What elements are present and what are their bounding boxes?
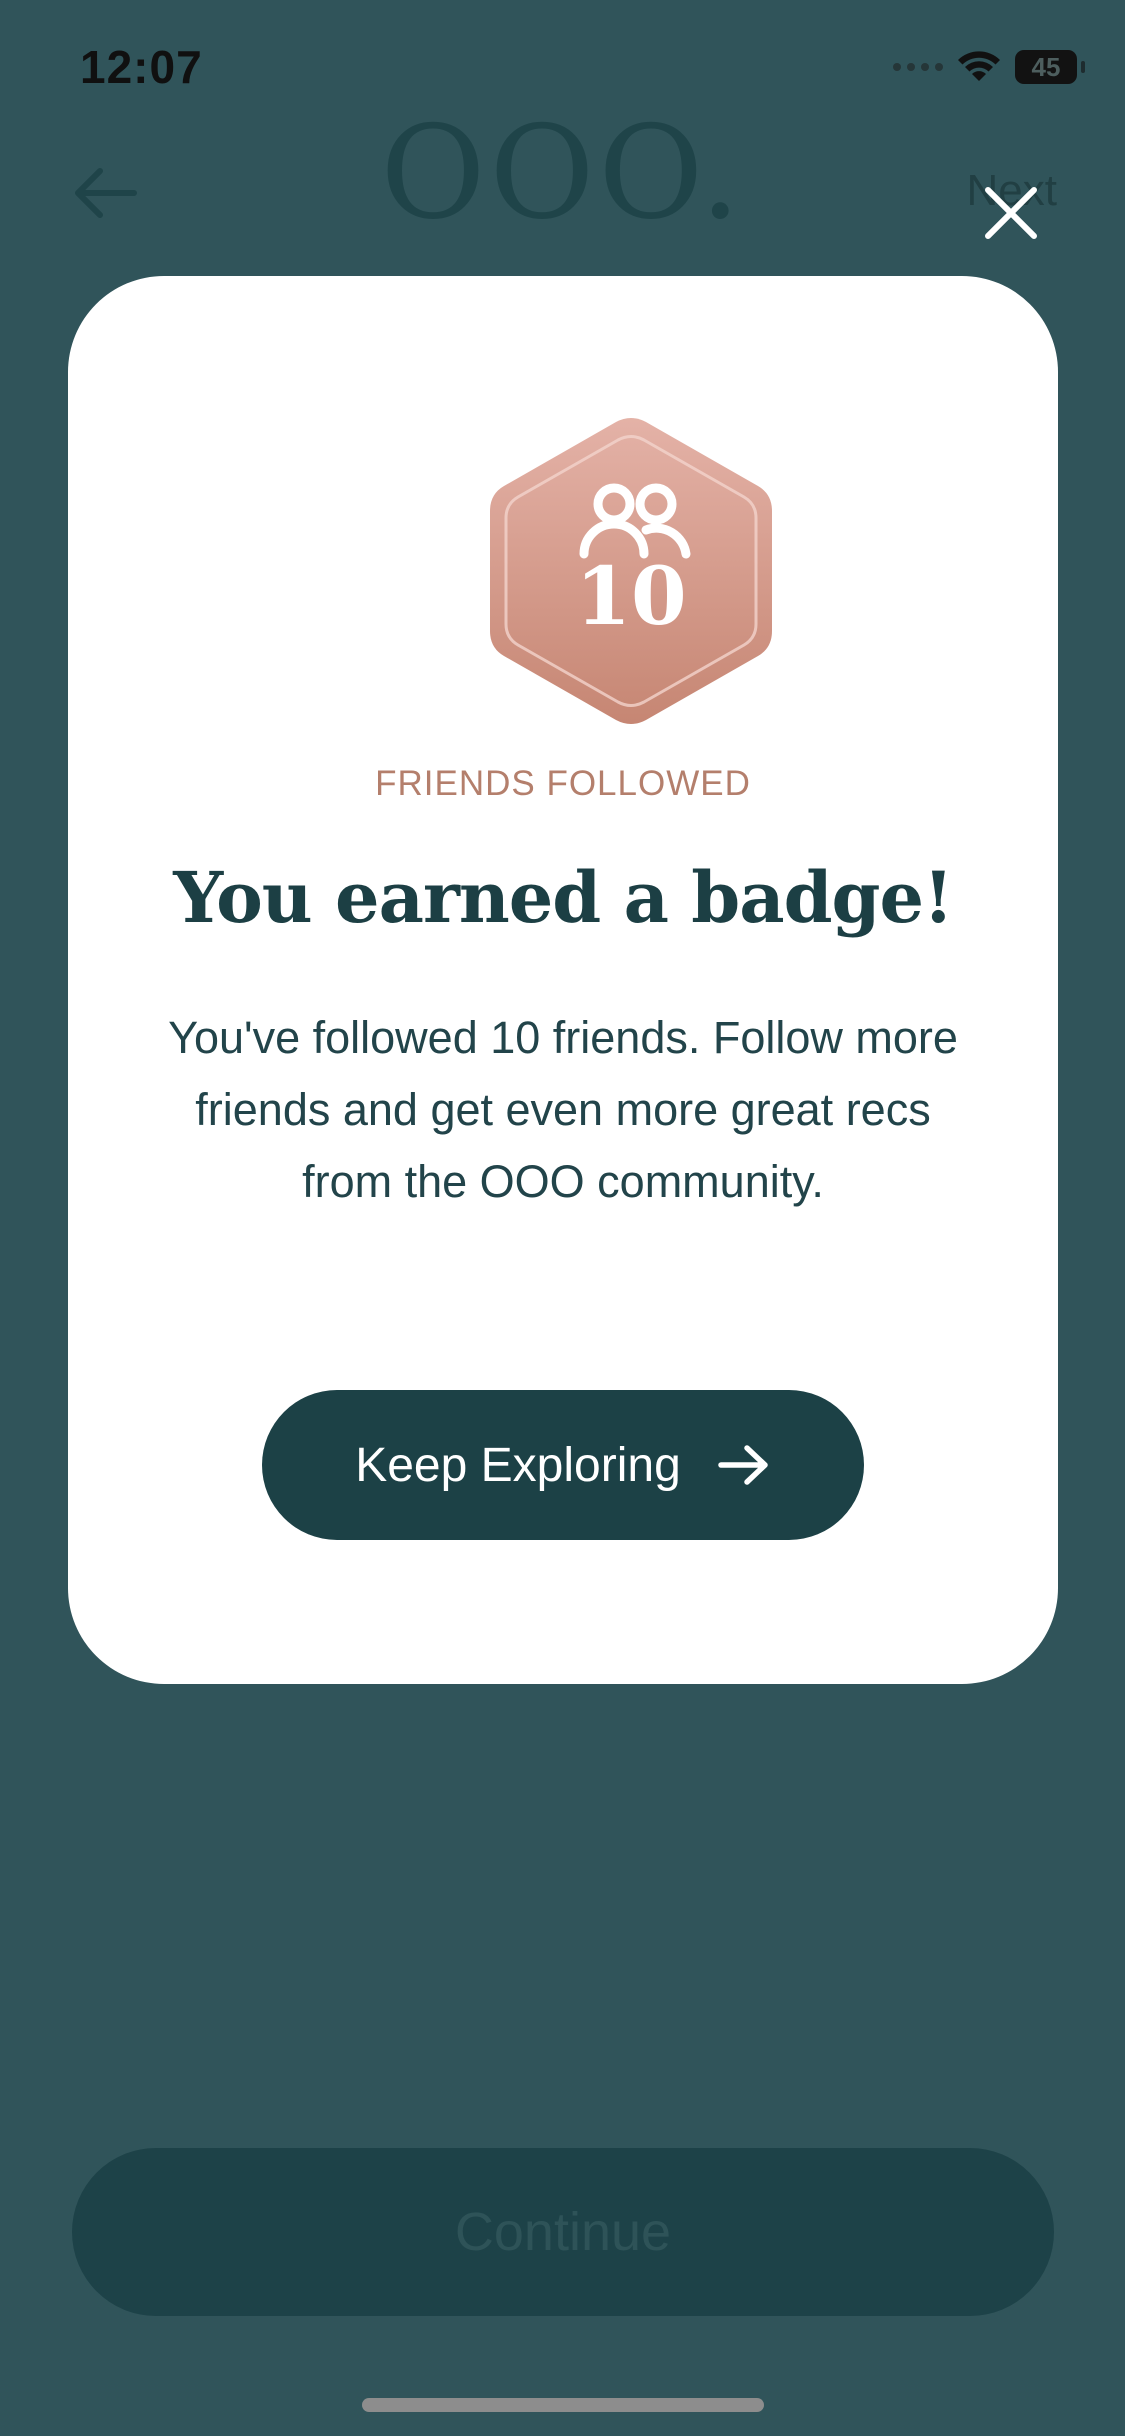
app-logo: OOO. bbox=[380, 99, 745, 248]
home-indicator bbox=[362, 2398, 764, 2412]
battery-indicator: 45 bbox=[1015, 50, 1085, 84]
continue-button[interactable]: Continue bbox=[72, 2148, 1054, 2316]
status-time: 12:07 bbox=[80, 41, 203, 93]
status-icons: 45 bbox=[893, 50, 1085, 84]
cellular-signal-icon bbox=[893, 63, 943, 71]
badge-label: FRIENDS FOLLOWED bbox=[375, 764, 751, 803]
arrow-right-icon bbox=[718, 1445, 768, 1485]
badge-count: 10 bbox=[575, 549, 687, 643]
screen: 12:07 45 OOO. Next 10 FRIENDS FOLLOWED Y… bbox=[0, 0, 1125, 2436]
wifi-icon bbox=[958, 51, 1000, 81]
modal-title: You earned a badge! bbox=[173, 856, 954, 939]
close-icon[interactable] bbox=[978, 180, 1044, 246]
keep-exploring-button[interactable]: Keep Exploring bbox=[262, 1390, 864, 1540]
modal-body-text: You've followed 10 friends. Follow more … bbox=[168, 1012, 958, 1207]
badge-modal: 10 FRIENDS FOLLOWED You earned a badge! … bbox=[68, 276, 1058, 1684]
keep-exploring-label: Keep Exploring bbox=[355, 1438, 681, 1492]
continue-label: Continue bbox=[454, 2202, 672, 2262]
badge: 10 bbox=[486, 416, 776, 726]
